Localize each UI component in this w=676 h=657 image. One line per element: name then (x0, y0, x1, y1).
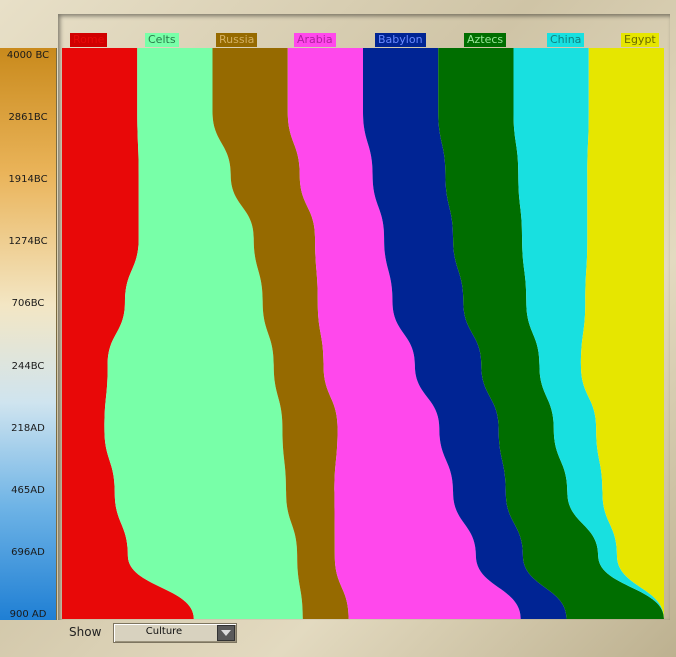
legend-item-rome: Rome (70, 33, 108, 47)
footer-bar: Show Culture (62, 621, 664, 645)
y-tick-label: 1914BC (8, 174, 48, 186)
y-tick-label: 696AD (11, 546, 45, 558)
dropdown-arrow-icon[interactable] (217, 625, 235, 641)
legend-item-china: China (547, 33, 585, 47)
y-tick-label: 4000 BC (6, 50, 50, 61)
legend-item-arabia: Arabia (294, 33, 336, 47)
y-tick-label: 706BC (11, 298, 45, 310)
y-axis-strip: 4000 BC 2861BC 1914BC 1274BC 706BC 244BC 218AD… (0, 48, 57, 620)
y-tick-label: 1274BC (8, 236, 48, 248)
chart-area (62, 48, 664, 619)
legend-item-egypt: Egypt (621, 33, 659, 47)
y-tick-label: 900 AD (9, 609, 47, 620)
streamgraph-svg (62, 48, 664, 619)
legend-item-babylon: Babylon (375, 33, 426, 47)
legend-item-aztecs: Aztecs (464, 33, 507, 47)
show-label: Show (69, 625, 102, 639)
y-tick-label: 2861BC (8, 112, 48, 124)
legend-item-celts: Celts (145, 33, 179, 47)
y-tick-label: 465AD (11, 484, 45, 496)
show-select[interactable]: Culture (113, 623, 237, 643)
show-select-value: Culture (145, 626, 183, 637)
y-tick-label: 244BC (11, 360, 45, 372)
legend-item-russia: Russia (216, 33, 258, 47)
y-tick-label: 218AD (11, 422, 45, 434)
